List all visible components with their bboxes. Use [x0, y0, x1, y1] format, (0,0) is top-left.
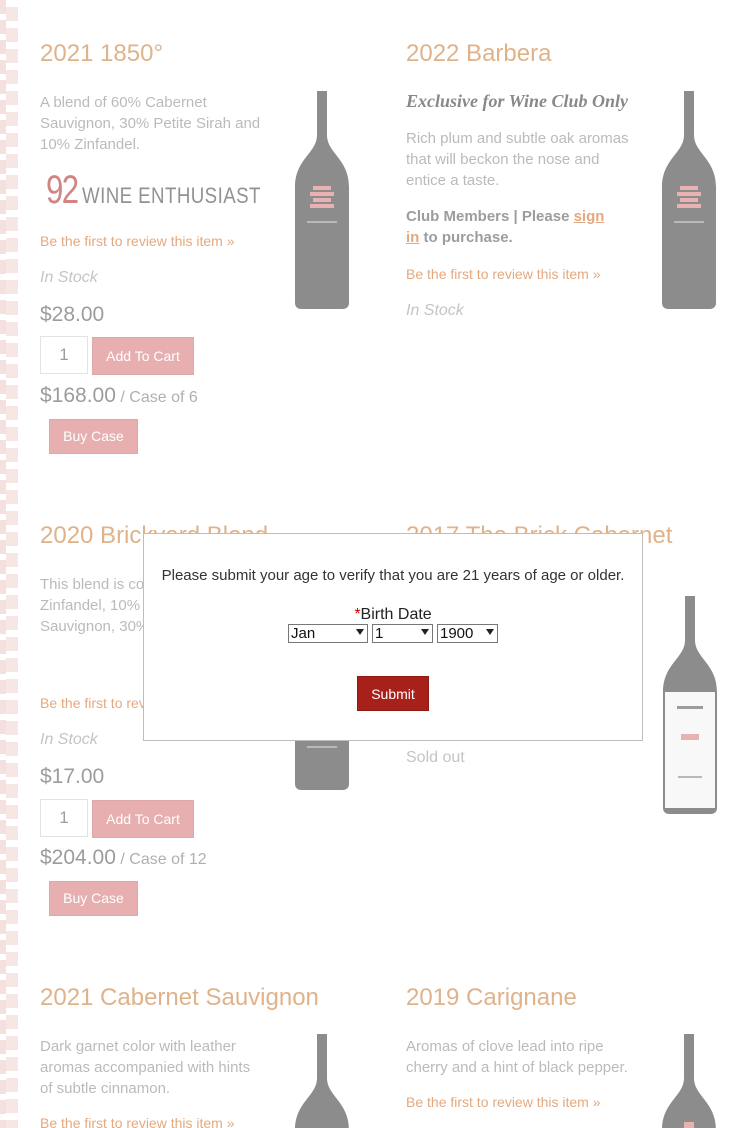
product-description: Aromas of clove lead into ripe cherry an…: [406, 1038, 628, 1076]
bottle-price: $28.00: [40, 303, 105, 326]
quantity-input[interactable]: 1: [40, 336, 88, 374]
wine-bottle-image[interactable]: [660, 1034, 718, 1128]
case-note: / Case of 6: [120, 389, 198, 406]
birth-year-select[interactable]: 1900: [437, 624, 498, 643]
product-description: Rich plum and subtle oak aromas that wil…: [406, 130, 629, 189]
product-card-carignane: 2019 Carignane Aromas of clove lead into…: [406, 984, 736, 1128]
wine-bottle-image[interactable]: [660, 596, 720, 814]
rating-publication: WINE ENTHUSIAST: [82, 183, 261, 208]
buy-case-button[interactable]: Buy Case: [49, 881, 138, 916]
stock-status: In Stock: [406, 302, 464, 319]
review-link[interactable]: Be the first to review this item »: [40, 233, 235, 249]
submit-button[interactable]: Submit: [357, 676, 429, 711]
wine-bottle-image[interactable]: [660, 91, 718, 309]
stock-status: Sold out: [406, 749, 465, 766]
case-note: / Case of 12: [120, 851, 207, 868]
club-members-note: Club Members | Please sign in to purchas…: [406, 206, 611, 248]
product-title[interactable]: 2021 1850°: [40, 40, 370, 68]
product-card-cabernet-sauvignon: 2021 Cabernet Sauvignon Dark garnet colo…: [40, 984, 370, 1128]
club-text: Club Members | Please: [406, 208, 574, 225]
wine-bottle-image[interactable]: [293, 1034, 351, 1128]
birth-day-value: 1: [375, 625, 384, 642]
stock-status: In Stock: [40, 269, 98, 286]
product-title[interactable]: 2021 Cabernet Sauvignon: [40, 984, 370, 1012]
case-price: $204.00: [40, 846, 116, 869]
birth-month-value: Jan: [291, 625, 316, 642]
age-verification-message: Please submit your age to verify that yo…: [161, 567, 625, 584]
review-link[interactable]: Be the first to review this item »: [406, 266, 601, 282]
chevron-down-icon: [486, 629, 494, 635]
review-link[interactable]: Be the first to review this item »: [40, 1115, 235, 1128]
exclusive-label: Exclusive for Wine Club Only: [406, 91, 629, 111]
chevron-down-icon: [421, 629, 429, 635]
club-text-end: to purchase.: [419, 229, 513, 246]
case-price: $168.00: [40, 384, 116, 407]
age-verification-modal: Please submit your age to verify that yo…: [143, 533, 643, 741]
wine-bottle-image[interactable]: [293, 91, 351, 309]
case-price-row: $204.00 / Case of 12: [40, 846, 207, 870]
add-to-cart-button[interactable]: Add To Cart: [92, 800, 194, 838]
product-description: A blend of 60% Cabernet Sauvignon, 30% P…: [40, 94, 261, 153]
product-title[interactable]: 2022 Barbera: [406, 40, 736, 68]
birth-date-text: Birth Date: [360, 606, 432, 623]
review-link[interactable]: Be the first to review this item »: [406, 1094, 601, 1110]
bottle-price: $17.00: [40, 765, 105, 788]
birth-date-label: *Birth Date: [144, 606, 642, 624]
quantity-input[interactable]: 1: [40, 799, 88, 837]
case-price-row: $168.00 / Case of 6: [40, 384, 198, 408]
chevron-down-icon: [356, 629, 364, 635]
add-to-cart-button[interactable]: Add To Cart: [92, 337, 194, 375]
stock-status: In Stock: [40, 731, 98, 748]
birth-year-value: 1900: [440, 625, 474, 642]
product-title[interactable]: 2019 Carignane: [406, 984, 736, 1012]
birth-day-select[interactable]: 1: [372, 624, 433, 643]
buy-case-button[interactable]: Buy Case: [49, 419, 138, 454]
product-card-1850: 2021 1850° A blend of 60% Cabernet Sauvi…: [40, 40, 370, 454]
birth-month-select[interactable]: Jan: [288, 624, 368, 643]
product-description: Dark garnet color with leather aromas ac…: [40, 1038, 251, 1097]
rating-score: 92: [46, 168, 79, 212]
product-card-barbera: 2022 Barbera Exclusive for Wine Club Onl…: [406, 40, 736, 319]
rating-badge: 92 WINE ENTHUSIAST: [46, 168, 292, 213]
